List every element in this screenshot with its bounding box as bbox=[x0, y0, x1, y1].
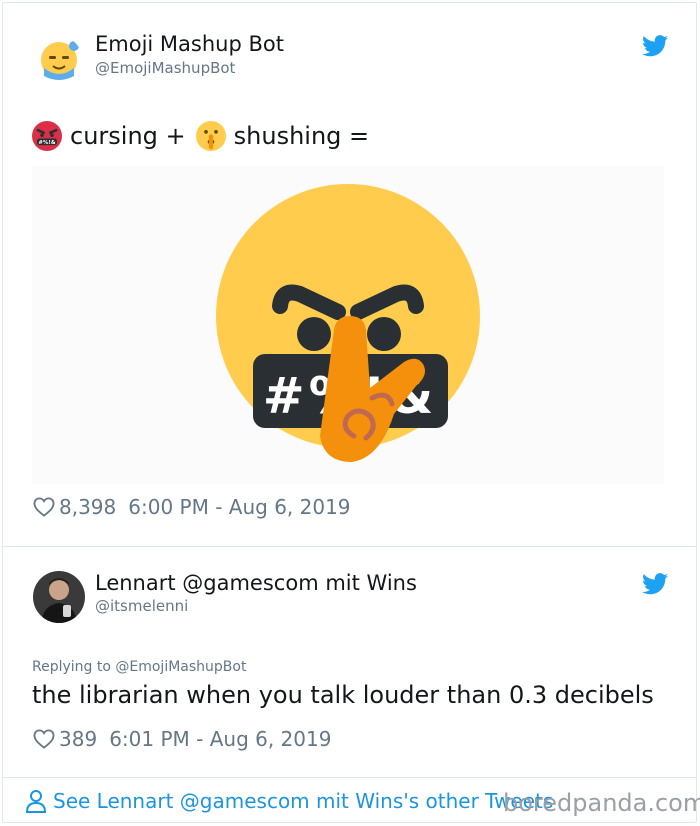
tweet-text-part2: shushing = bbox=[233, 122, 370, 150]
see-other-tweets-label[interactable]: See Lennart @gamescom mit Wins's other T… bbox=[53, 789, 553, 813]
cursing-shushing-mashup-emoji: #%!& bbox=[216, 184, 480, 462]
footer-divider bbox=[2, 777, 697, 778]
reply-timestamp[interactable]: 6:01 PM - Aug 6, 2019 bbox=[109, 727, 331, 751]
person-icon bbox=[25, 790, 47, 813]
boredpanda-watermark: boredpanda.com bbox=[503, 789, 700, 817]
heart-icon[interactable] bbox=[33, 729, 55, 749]
heart-icon[interactable] bbox=[33, 497, 55, 517]
twitter-bird-icon[interactable] bbox=[642, 35, 668, 57]
tweet-author-name[interactable]: Emoji Mashup Bot bbox=[95, 32, 284, 56]
mashup-image[interactable]: #%!& bbox=[32, 166, 664, 484]
shushing-face-icon bbox=[195, 121, 226, 151]
tweet-text-part1: cursing + bbox=[70, 122, 186, 150]
replying-to[interactable]: Replying to @EmojiMashupBot bbox=[32, 659, 246, 675]
bot-avatar[interactable] bbox=[36, 36, 82, 82]
reply-author-avatar[interactable] bbox=[33, 571, 85, 623]
cursing-face-icon: #%!& bbox=[32, 121, 62, 151]
tweet-divider bbox=[2, 546, 697, 547]
twitter-bird-icon[interactable] bbox=[642, 573, 668, 595]
reply-author-handle[interactable]: @itsmelenni bbox=[95, 597, 188, 615]
tweet-text: #%!& cursing + shushing = bbox=[32, 121, 369, 151]
tweet-meta: 8,398 6:00 PM - Aug 6, 2019 bbox=[33, 495, 351, 519]
reply-text: the librarian when you talk louder than … bbox=[32, 681, 654, 709]
reply-author-name[interactable]: Lennart @gamescom mit Wins bbox=[95, 571, 417, 595]
reply-meta: 389 6:01 PM - Aug 6, 2019 bbox=[33, 727, 331, 751]
see-other-tweets-link[interactable]: See Lennart @gamescom mit Wins's other T… bbox=[25, 789, 553, 813]
like-count[interactable]: 8,398 bbox=[59, 495, 116, 519]
reply-like-count[interactable]: 389 bbox=[59, 727, 97, 751]
tweet-timestamp[interactable]: 6:00 PM - Aug 6, 2019 bbox=[128, 495, 350, 519]
tweet-author-handle[interactable]: @EmojiMashupBot bbox=[95, 59, 235, 77]
svg-text:#%!&: #%!& bbox=[38, 140, 55, 146]
